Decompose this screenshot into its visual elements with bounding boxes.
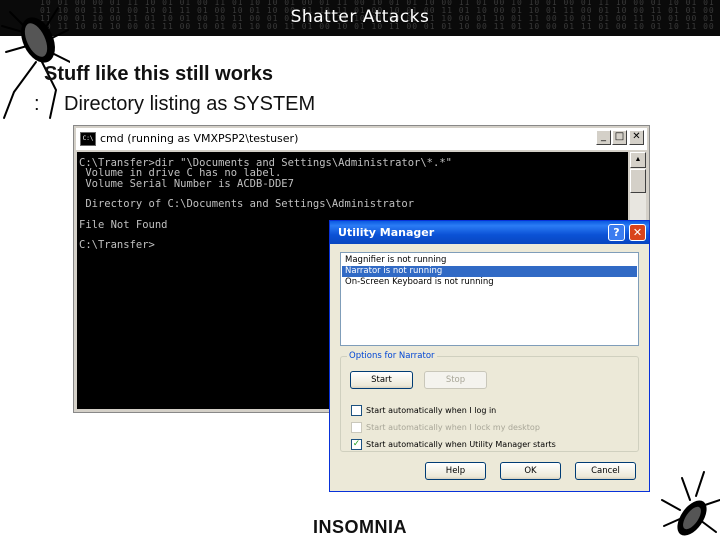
slide-heading: Stuff like this still works	[44, 63, 273, 85]
dialog-title: Utility Manager	[338, 226, 435, 239]
slide-title: Shatter Attacks	[290, 7, 430, 27]
console-line: Directory of C:\Documents and Settings\A…	[79, 198, 415, 211]
console-icon: C:\	[80, 132, 96, 146]
cmd-window-title: cmd (running as VMXPSP2\testuser)	[100, 132, 299, 145]
scroll-up-arrow-icon[interactable]: ▲	[630, 152, 646, 168]
checkmark-icon[interactable]: ✓	[351, 439, 362, 450]
scroll-thumb[interactable]	[630, 169, 646, 193]
dialog-titlebar[interactable]: Utility Manager ? ✕	[330, 221, 649, 244]
slide-header: 10 01 00 00 01 11 10 01 01 00 11 01 10 1…	[0, 0, 720, 36]
list-item[interactable]: Magnifier is not running	[342, 255, 637, 266]
stop-button[interactable]: Stop	[424, 371, 487, 389]
bullet-mark: :	[34, 93, 40, 115]
maximize-button[interactable]: □	[612, 130, 627, 145]
utility-manager-dialog: Utility Manager ? ✕ Magnifier is not run…	[329, 220, 650, 492]
narrator-options-group: Options for Narrator Start Stop Start au…	[340, 351, 639, 452]
start-button[interactable]: Start	[350, 371, 413, 389]
utility-listbox[interactable]: Magnifier is not running Narrator is not …	[340, 252, 639, 346]
bullet-text: Directory listing as SYSTEM	[64, 93, 316, 115]
console-line: Volume Serial Number is ACDB-DDE7	[79, 177, 294, 190]
checkbox-label: Start automatically when Utility Manager…	[366, 440, 556, 449]
cockroach-icon	[661, 471, 720, 536]
help-icon[interactable]: ?	[608, 224, 625, 241]
checkbox[interactable]	[351, 405, 362, 416]
list-item[interactable]: Narrator is not running	[342, 266, 637, 277]
checkbox-label: Start automatically when I lock my deskt…	[366, 423, 540, 432]
checkbox-label: Start automatically when I log in	[366, 406, 497, 415]
ok-button[interactable]: OK	[500, 462, 561, 480]
insomnia-logo: INSOMNIA	[313, 517, 407, 537]
cancel-button[interactable]: Cancel	[575, 462, 636, 480]
list-item[interactable]: On-Screen Keyboard is not running	[342, 277, 637, 288]
help-button[interactable]: Help	[425, 462, 486, 480]
bullet-item: : Directory listing as SYSTEM	[34, 93, 315, 116]
minimize-button[interactable]: _	[596, 130, 611, 145]
cmd-titlebar[interactable]: C:\ cmd (running as VMXPSP2\testuser) _ …	[76, 128, 647, 150]
checkbox[interactable]	[351, 422, 362, 433]
close-icon[interactable]: ✕	[629, 224, 646, 241]
options-label: Options for Narrator	[347, 351, 437, 361]
close-button[interactable]: ✕	[629, 130, 644, 145]
